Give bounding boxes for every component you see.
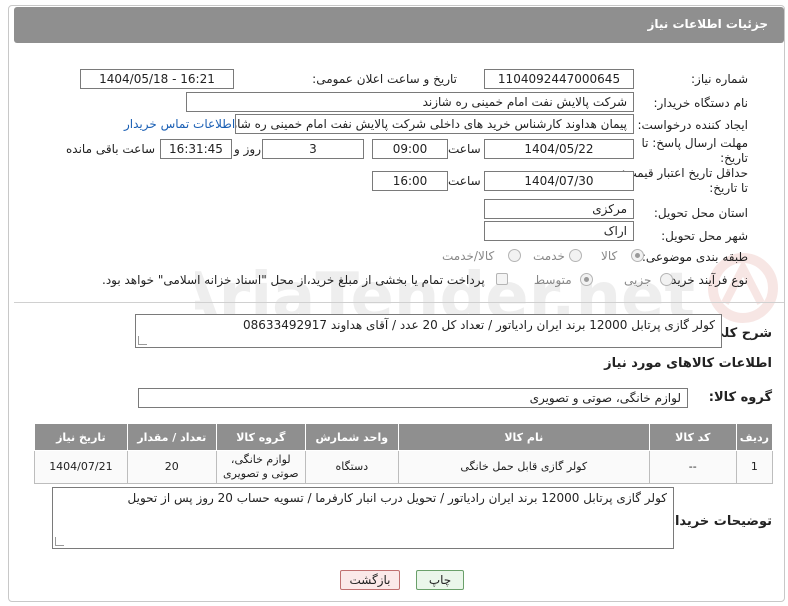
price-validity-label-line2: تا تاریخ: bbox=[709, 181, 748, 195]
reply-deadline-date-field[interactable]: 1404/05/22 bbox=[484, 139, 634, 159]
reply-deadline-label: مهلت ارسال پاسخ: تا bbox=[641, 136, 748, 150]
resize-handle-icon[interactable] bbox=[138, 336, 147, 345]
goods-group-field[interactable]: لوازم خانگی، صوتی و تصویری bbox=[138, 388, 688, 408]
resize-handle-icon[interactable] bbox=[55, 537, 64, 546]
category-option-goods-service: کالا/خدمت bbox=[442, 249, 495, 263]
price-validity-time-field[interactable]: 16:00 bbox=[372, 171, 448, 191]
print-button[interactable]: چاپ bbox=[416, 570, 464, 590]
col-qty: تعداد / مقدار bbox=[126, 423, 217, 451]
page-title: جزئیات اطلاعات نیاز bbox=[647, 17, 768, 31]
reply-deadline-time-field[interactable]: 09:00 bbox=[372, 139, 448, 159]
reply-deadline-label-line2: تاریخ: bbox=[720, 151, 748, 165]
cell-code: -- bbox=[648, 450, 737, 484]
general-description-field[interactable]: کولر گازی پرتابل 12000 برند ایران رادیات… bbox=[135, 314, 722, 348]
general-description-text: کولر گازی پرتابل 12000 برند ایران رادیات… bbox=[243, 318, 715, 332]
cell-index: 1 bbox=[735, 450, 774, 484]
col-date: تاریخ نیاز bbox=[34, 423, 128, 451]
announce-datetime-label: تاریخ و ساعت اعلان عمومی: bbox=[312, 72, 457, 86]
remaining-days-field[interactable]: 3 bbox=[262, 139, 364, 159]
category-radio-service[interactable] bbox=[569, 249, 582, 262]
delivery-province-label: استان محل تحویل: bbox=[653, 206, 748, 220]
process-radio-medium[interactable] bbox=[580, 273, 593, 286]
remaining-time-label: ساعت باقی مانده bbox=[66, 142, 156, 156]
remaining-time-field[interactable]: 16:31:45 bbox=[160, 139, 232, 159]
process-option-minor: جزیی bbox=[624, 273, 652, 287]
process-option-medium: متوسط bbox=[534, 273, 572, 287]
goods-table: ردیف کد کالا نام کالا واحد شمارش گروه کا… bbox=[34, 423, 774, 484]
requester-field[interactable]: پیمان هداوند کارشناس خرید های داخلی شرکت… bbox=[235, 114, 634, 134]
page-header: جزئیات اطلاعات نیاز bbox=[14, 7, 784, 43]
goods-group-label: گروه کالا: bbox=[708, 390, 772, 405]
remaining-days-label: روز و bbox=[234, 142, 261, 156]
category-radio-goods-service[interactable] bbox=[508, 249, 521, 262]
category-option-service: خدمت bbox=[533, 249, 565, 263]
treasury-payment-checkbox[interactable] bbox=[496, 273, 508, 285]
need-number-label: شماره نیاز: bbox=[691, 72, 748, 86]
buyer-notes-field[interactable]: کولر گازی پرتابل 12000 برند ایران رادیات… bbox=[52, 487, 674, 549]
category-option-goods: کالا bbox=[601, 249, 618, 263]
col-name: نام کالا bbox=[397, 423, 650, 451]
goods-section-title: اطلاعات کالاهای مورد نیاز bbox=[604, 356, 772, 371]
col-group: گروه کالا bbox=[215, 423, 306, 451]
back-button[interactable]: بازگشت bbox=[340, 570, 400, 590]
treasury-payment-note: پرداخت تمام یا بخشی از مبلغ خرید،از محل … bbox=[102, 273, 485, 287]
col-unit: واحد شمارش bbox=[304, 423, 399, 451]
delivery-province-field[interactable]: مرکزی bbox=[484, 199, 634, 219]
process-radio-minor[interactable] bbox=[660, 273, 673, 286]
reply-deadline-time-label: ساعت bbox=[448, 142, 481, 156]
goods-table-header-row: ردیف کد کالا نام کالا واحد شمارش گروه کا… bbox=[34, 423, 774, 451]
price-validity-time-label: ساعت bbox=[448, 174, 481, 188]
cell-qty: 20 bbox=[126, 450, 217, 484]
cell-group: لوازم خانگی، صوتی و تصویری bbox=[215, 450, 306, 484]
price-validity-label: حداقل تاریخ اعتبار قیمت: bbox=[621, 166, 748, 180]
buyer-notes-text: کولر گازی پرتابل 12000 برند ایران رادیات… bbox=[127, 491, 667, 505]
category-radio-goods[interactable] bbox=[631, 249, 644, 262]
purchase-process-label: نوع فرآیند خرید : bbox=[663, 273, 748, 287]
announce-datetime-field[interactable]: 1404/05/18 - 16:21 bbox=[80, 69, 234, 89]
col-code: کد کالا bbox=[648, 423, 737, 451]
buyer-contact-link[interactable]: اطلاعات تماس خریدار bbox=[124, 117, 235, 131]
col-index: ردیف bbox=[735, 423, 774, 451]
section-divider bbox=[14, 302, 784, 303]
delivery-city-label: شهر محل تحویل: bbox=[661, 229, 748, 243]
buyer-notes-label: توضیحات خریدار: bbox=[662, 514, 772, 529]
table-row[interactable]: 1 -- کولر گازی قابل حمل خانگی دستگاه لوا… bbox=[34, 450, 774, 484]
cell-date: 1404/07/21 bbox=[34, 450, 128, 484]
category-label: طبقه بندی موضوعی: bbox=[641, 250, 748, 264]
need-number-field[interactable]: 1104092447000645 bbox=[484, 69, 634, 89]
cell-unit: دستگاه bbox=[304, 450, 399, 484]
buyer-org-field[interactable]: شرکت پالایش نفت امام خمینی ره شازند bbox=[186, 92, 634, 112]
delivery-city-field[interactable]: اراک bbox=[484, 221, 634, 241]
cell-name: کولر گازی قابل حمل خانگی bbox=[397, 450, 650, 484]
price-validity-date-field[interactable]: 1404/07/30 bbox=[484, 171, 634, 191]
buyer-org-label: نام دستگاه خریدار: bbox=[653, 96, 749, 110]
requester-label: ایجاد کننده درخواست: bbox=[637, 118, 748, 132]
